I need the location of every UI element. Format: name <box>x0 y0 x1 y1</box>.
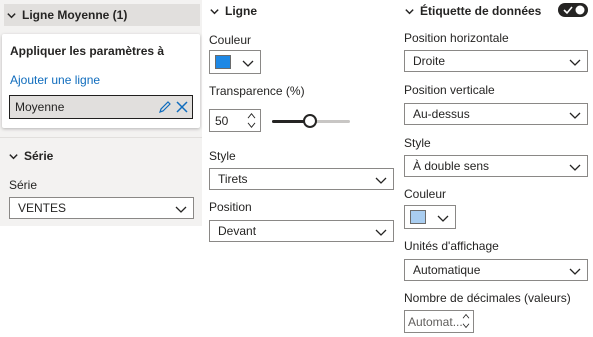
chevron-down-icon <box>9 153 18 159</box>
vpos-value: Au-dessus <box>413 107 470 121</box>
line-section-header[interactable]: Ligne Moyenne (1) <box>4 4 200 26</box>
line-name-field[interactable]: Moyenne <box>9 95 193 119</box>
label-color-picker[interactable] <box>404 205 456 229</box>
stepper-down-icon[interactable] <box>462 323 470 329</box>
decimals-value: Automat... <box>408 315 463 329</box>
line-name-value: Moyenne <box>15 100 65 114</box>
line-color-swatch <box>215 55 231 69</box>
line-header[interactable]: Ligne <box>209 4 257 18</box>
chevron-down-icon <box>242 60 254 67</box>
chevron-down-icon <box>375 229 387 236</box>
chevron-down-icon <box>569 59 581 66</box>
data-label-toggle[interactable] <box>558 3 588 17</box>
data-label-title: Étiquette de données <box>420 4 542 18</box>
chevron-down-icon <box>7 12 16 18</box>
stepper-up-icon[interactable] <box>462 313 470 319</box>
display-units-value: Automatique <box>413 263 481 277</box>
line-color-label: Couleur <box>209 33 252 47</box>
display-units-label: Unités d'affichage <box>404 239 499 253</box>
label-color-swatch <box>410 210 426 224</box>
line-position-value: Devant <box>218 224 257 238</box>
hpos-label: Position horizontale <box>404 31 509 45</box>
transparency-slider[interactable] <box>272 114 350 128</box>
stepper-down-icon[interactable] <box>247 122 256 129</box>
vpos-label: Position verticale <box>404 83 495 97</box>
hpos-dropdown[interactable]: Droite <box>404 50 588 72</box>
label-style-dropdown[interactable]: À double sens <box>404 155 588 177</box>
transparency-stepper[interactable]: 50 <box>209 109 261 132</box>
chevron-down-icon <box>437 215 449 222</box>
slider-thumb[interactable] <box>303 114 317 128</box>
serie-dropdown[interactable]: VENTES <box>9 197 194 219</box>
chevron-down-icon <box>569 112 581 119</box>
decimals-stepper[interactable]: Automat... <box>404 310 474 333</box>
add-line-link[interactable]: Ajouter une ligne <box>10 73 100 87</box>
left-divider <box>0 137 202 138</box>
edit-pencil-icon[interactable] <box>158 100 172 114</box>
chevron-down-icon <box>175 206 187 213</box>
transparency-label: Transparence (%) <box>209 84 305 98</box>
serie-section-header[interactable]: Série <box>8 149 53 163</box>
data-label-header[interactable]: Étiquette de données <box>404 4 541 18</box>
vpos-dropdown[interactable]: Au-dessus <box>404 103 588 125</box>
transparency-value: 50 <box>215 114 229 128</box>
label-style-value: À double sens <box>413 159 490 173</box>
serie-label: Série <box>9 178 38 192</box>
line-color-picker[interactable] <box>209 50 261 74</box>
label-color-label: Couleur <box>404 187 447 201</box>
stepper-up-icon[interactable] <box>247 112 256 119</box>
line-style-value: Tirets <box>218 172 248 186</box>
chevron-down-icon <box>569 164 581 171</box>
decimals-label: Nombre de décimales (valeurs) <box>404 291 571 305</box>
display-units-dropdown[interactable]: Automatique <box>404 259 588 281</box>
chevron-down-icon <box>210 8 219 14</box>
line-header-title: Ligne <box>225 4 257 18</box>
chevron-down-icon <box>375 177 387 184</box>
toggle-on-icon <box>563 5 585 15</box>
line-position-dropdown[interactable]: Devant <box>209 220 394 242</box>
hpos-value: Droite <box>413 54 446 68</box>
line-style-dropdown[interactable]: Tirets <box>209 168 394 190</box>
line-style-label: Style <box>209 149 236 163</box>
chevron-down-icon <box>569 268 581 275</box>
serie-dropdown-value: VENTES <box>18 201 67 215</box>
close-icon[interactable] <box>175 100 189 114</box>
label-style-label: Style <box>404 136 431 150</box>
line-section-title: Ligne Moyenne (1) <box>22 8 128 22</box>
apply-settings-title: Appliquer les paramètres à <box>10 44 165 58</box>
chevron-down-icon <box>405 8 414 14</box>
serie-section-title: Série <box>24 149 54 163</box>
line-position-label: Position <box>209 200 252 214</box>
